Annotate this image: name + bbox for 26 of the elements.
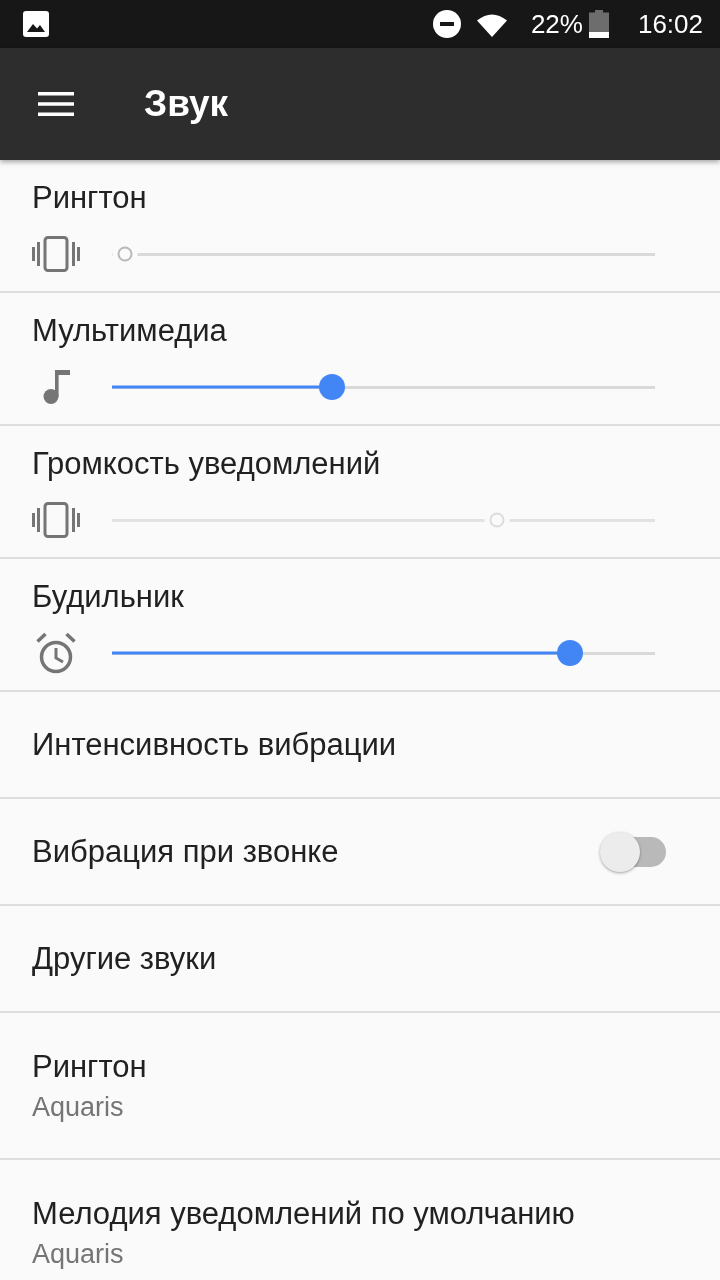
phone-vibration-icon bbox=[32, 502, 80, 538]
setting-label: Вибрация при звонке bbox=[32, 833, 339, 870]
wifi-icon bbox=[476, 13, 507, 37]
setting-item[interactable]: Интенсивность вибрации bbox=[32, 726, 397, 763]
setting-item[interactable]: Мелодия уведомлений по умолчанию bbox=[32, 1196, 575, 1232]
volume-label: Громкость уведомлений bbox=[32, 446, 381, 482]
alarm-clock-icon bbox=[36, 632, 76, 674]
slider-thumb[interactable] bbox=[556, 640, 583, 666]
battery-percent: 22% bbox=[530, 9, 583, 39]
volume-label: Будильник bbox=[32, 579, 184, 615]
music-note-icon bbox=[43, 370, 71, 404]
setting-item[interactable]: Рингтон bbox=[32, 1049, 147, 1085]
menu-icon[interactable] bbox=[38, 92, 74, 116]
battery-icon bbox=[588, 10, 609, 38]
screen-title: Звук bbox=[144, 82, 229, 126]
volume-label: Рингтон bbox=[32, 180, 147, 216]
setting-summary: Aquaris bbox=[32, 1238, 124, 1270]
slider-thumb[interactable] bbox=[318, 374, 345, 400]
setting-item[interactable]: Другие звуки bbox=[32, 940, 217, 977]
picture-notification-icon bbox=[23, 11, 49, 37]
vibration-toggle[interactable] bbox=[600, 830, 666, 873]
volume-label: Мультимедиа bbox=[32, 313, 227, 349]
setting-summary: Aquaris bbox=[32, 1091, 124, 1123]
phone-vibration-icon bbox=[32, 236, 80, 272]
clock-time: 16:02 bbox=[637, 9, 703, 39]
do-not-disturb-icon bbox=[432, 10, 461, 38]
